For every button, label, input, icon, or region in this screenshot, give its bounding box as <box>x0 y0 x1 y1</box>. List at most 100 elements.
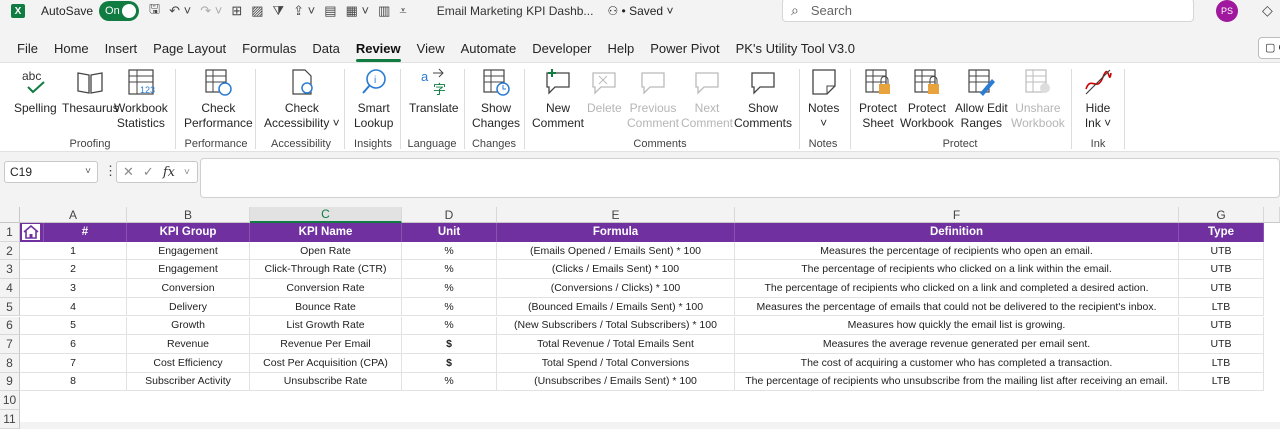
tab-automate[interactable]: Automate <box>453 36 525 60</box>
table-cell[interactable]: (Emails Opened / Emails Sent) * 100 <box>497 241 735 261</box>
unshare-workbook-button[interactable]: Unshare Workbook <box>1011 67 1065 131</box>
column-header-d[interactable]: D <box>402 207 497 223</box>
table-cell[interactable]: % <box>402 241 497 261</box>
formula-input[interactable] <box>200 158 1280 198</box>
table-cell[interactable]: 8 <box>20 372 127 392</box>
table-cell[interactable]: 4 <box>20 297 127 317</box>
table-cell[interactable]: LTB <box>1179 372 1264 392</box>
tab-page-layout[interactable]: Page Layout <box>145 36 234 60</box>
table-cell[interactable]: % <box>402 372 497 392</box>
column-header-f[interactable]: F <box>735 207 1179 223</box>
table-cell[interactable]: Conversion <box>127 279 250 298</box>
show-comments-button[interactable]: Show Comments <box>734 67 792 131</box>
column-header-c[interactable]: C <box>250 207 402 223</box>
table-cell[interactable]: 5 <box>20 316 127 336</box>
column-header-blank[interactable] <box>1264 207 1280 223</box>
tab-data[interactable]: Data <box>304 36 347 60</box>
table-cell[interactable]: Engagement <box>127 241 250 261</box>
table-cell[interactable]: % <box>402 260 497 280</box>
tab-file[interactable]: File <box>9 36 46 60</box>
cancel-icon[interactable]: ✕ <box>123 164 134 180</box>
table-cell[interactable]: Measures the percentage of emails that c… <box>735 297 1179 317</box>
table-cell[interactable]: Measures the percentage of recipients wh… <box>735 241 1179 261</box>
tab-formulas[interactable]: Formulas <box>234 36 304 60</box>
table-cell[interactable]: Open Rate <box>250 241 402 261</box>
enter-icon[interactable]: ✓ <box>143 164 154 180</box>
row-header-9[interactable]: 9 <box>0 372 20 392</box>
table-cell[interactable]: 3 <box>20 279 127 298</box>
table-cell[interactable]: (Unsubscribes / Emails Sent) * 100 <box>497 372 735 392</box>
tab-insert[interactable]: Insert <box>97 36 146 60</box>
table-cell[interactable]: (Bounced Emails / Emails Sent) * 100 <box>497 297 735 317</box>
workbook-statistics-button[interactable]: 123 Workbook Statistics <box>114 67 168 131</box>
table-cell[interactable]: Cost Per Acquisition (CPA) <box>250 353 402 373</box>
tab-pk-utility-tool[interactable]: PK's Utility Tool V3.0 <box>728 36 863 60</box>
table-cell[interactable]: (Conversions / Clicks) * 100 <box>497 279 735 298</box>
table-cell[interactable]: Click-Through Rate (CTR) <box>250 260 402 280</box>
table-header-cell[interactable]: Formula <box>497 223 735 242</box>
comments-button[interactable]: ▢ C <box>1258 37 1280 59</box>
table-header-cell[interactable]: # <box>44 223 127 242</box>
column-header-a[interactable]: A <box>20 207 127 223</box>
saved-status[interactable]: ⚇ • Saved ˅ <box>607 4 673 18</box>
diamond-icon[interactable]: ◇ <box>1262 2 1273 19</box>
table-header-cell[interactable]: Definition <box>735 223 1179 242</box>
row-header-11[interactable]: 11 <box>0 410 20 429</box>
table-cell[interactable]: Revenue <box>127 335 250 354</box>
table-cell[interactable]: UTB <box>1179 335 1264 354</box>
row-header-3[interactable]: 3 <box>0 260 20 280</box>
table-cell[interactable]: List Growth Rate <box>250 316 402 336</box>
name-box[interactable]: C19 ˅ <box>4 161 98 183</box>
allow-edit-ranges-button[interactable]: Allow Edit Ranges <box>955 67 1008 131</box>
delete-comment-button[interactable]: Delete <box>587 67 622 116</box>
redo-icon[interactable]: ↷ ˅ <box>200 3 222 19</box>
row-header-10[interactable]: 10 <box>0 391 20 410</box>
search-box[interactable]: ⌕ Search <box>782 0 1194 22</box>
table-cell[interactable]: Unsubscribe Rate <box>250 372 402 392</box>
user-avatar[interactable]: PS <box>1216 0 1238 22</box>
home-icon[interactable] <box>22 224 40 240</box>
tab-developer[interactable]: Developer <box>524 36 599 60</box>
tab-home[interactable]: Home <box>46 36 97 60</box>
insert-function-icon[interactable]: fx <box>163 165 175 180</box>
spelling-button[interactable]: abc Spelling <box>14 67 57 116</box>
table-cell[interactable]: (Clicks / Emails Sent) * 100 <box>497 260 735 280</box>
tab-power-pivot[interactable]: Power Pivot <box>642 36 727 60</box>
table-cell[interactable]: The percentage of recipients who clicked… <box>735 260 1179 280</box>
table-cell[interactable]: Delivery <box>127 297 250 317</box>
save-icon[interactable]: 🖫 <box>149 0 160 22</box>
table-cell[interactable]: UTB <box>1179 316 1264 336</box>
table-cell[interactable]: LTB <box>1179 353 1264 373</box>
new-comment-button[interactable]: New Comment <box>532 67 584 131</box>
table-cell[interactable]: The cost of acquiring a customer who has… <box>735 353 1179 373</box>
row-header-2[interactable]: 2 <box>0 241 20 261</box>
hide-ink-button[interactable]: Hide Ink ˅ <box>1083 67 1113 131</box>
thesaurus-button[interactable]: Thesaurus <box>62 67 119 116</box>
table-cell[interactable]: % <box>402 316 497 336</box>
table-header-cell[interactable]: KPI Group <box>127 223 250 242</box>
table-cell[interactable]: 6 <box>20 335 127 354</box>
row-header-4[interactable]: 4 <box>0 279 20 298</box>
table-cell[interactable]: The percentage of recipients who clicked… <box>735 279 1179 298</box>
calculator-icon[interactable]: ▦ ˅ <box>346 3 370 19</box>
check-performance-button[interactable]: Check Performance <box>184 67 253 131</box>
filter-icon[interactable]: ⧩ <box>273 3 285 19</box>
table-cell[interactable]: % <box>402 279 497 298</box>
tab-help[interactable]: Help <box>600 36 643 60</box>
table-cell[interactable]: UTB <box>1179 260 1264 280</box>
previous-comment-button[interactable]: Previous Comment <box>627 67 679 131</box>
smart-lookup-button[interactable]: i Smart Lookup <box>354 67 393 131</box>
table-cell[interactable]: The percentage of recipients who unsubsc… <box>735 372 1179 392</box>
table-cell[interactable]: Total Revenue / Total Emails Sent <box>497 335 735 354</box>
table-cell[interactable]: 1 <box>20 241 127 261</box>
table-cell[interactable]: Measures the average revenue generated p… <box>735 335 1179 354</box>
column-header-b[interactable]: B <box>127 207 250 223</box>
table-cell[interactable]: Conversion Rate <box>250 279 402 298</box>
select-all-corner[interactable] <box>0 207 20 223</box>
row-header-1[interactable]: 1 <box>0 223 20 242</box>
translate-button[interactable]: a字 Translate <box>409 67 459 116</box>
tab-view[interactable]: View <box>409 36 453 60</box>
table-cell[interactable]: UTB <box>1179 279 1264 298</box>
autosave-toggle[interactable]: On <box>99 1 140 21</box>
column-header-e[interactable]: E <box>497 207 735 223</box>
